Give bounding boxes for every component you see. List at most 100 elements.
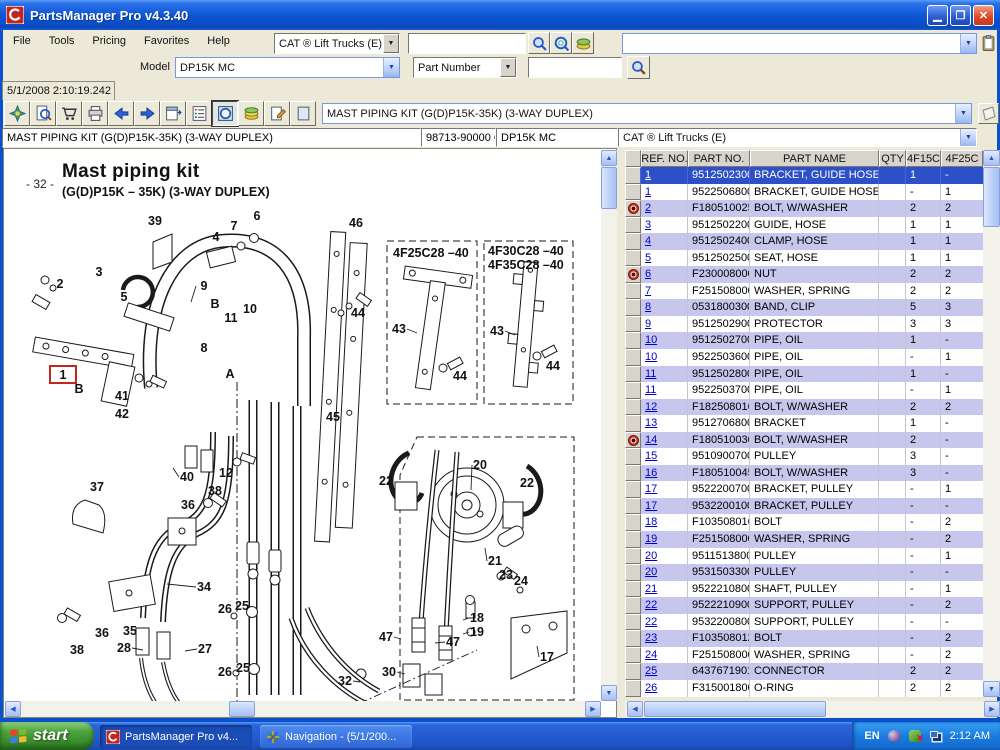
ref-link[interactable]: 10 <box>641 332 688 349</box>
col-part-name[interactable]: PART NAME <box>750 150 879 167</box>
table-row[interactable]: 39512502200GUIDE, HOSE11 <box>625 217 983 234</box>
ref-link[interactable]: 20 <box>641 548 688 565</box>
scroll-up-button[interactable]: ▲ <box>983 150 1000 166</box>
ref-link[interactable]: 8 <box>641 299 688 316</box>
table-row[interactable]: 229532200800SUPPORT, PULLEY-- <box>625 614 983 631</box>
diagram-callout[interactable]: 19 <box>470 625 484 639</box>
diagram-callout[interactable]: 36 <box>181 498 195 512</box>
diagram-callout[interactable]: 18 <box>470 611 484 625</box>
model-combo[interactable]: DP15K MC <box>175 57 400 78</box>
table-row[interactable]: 159510900700PULLEY3- <box>625 448 983 465</box>
diagram-callout[interactable]: 21 <box>488 554 502 568</box>
table-row[interactable]: 229522210900SUPPORT, PULLEY-2 <box>625 597 983 614</box>
diagram-callout[interactable]: 47 <box>379 630 393 644</box>
table-row[interactable]: 179532200100BRACKET, PULLEY-- <box>625 498 983 515</box>
diagram-callout[interactable]: 4 <box>213 230 220 244</box>
pricing-button[interactable] <box>572 32 594 54</box>
ref-link[interactable]: 3 <box>641 217 688 234</box>
table-row[interactable]: 119512502800PIPE, OIL1- <box>625 366 983 383</box>
forward-button[interactable] <box>134 101 160 126</box>
index-view-button[interactable] <box>160 101 186 126</box>
diagram-callout[interactable]: B <box>74 382 83 396</box>
scroll-left-button[interactable]: ◀ <box>627 701 643 717</box>
back-button[interactable] <box>108 101 134 126</box>
network-tray-icon[interactable] <box>929 729 943 743</box>
diagram-callout[interactable]: 5 <box>121 290 128 304</box>
ref-link[interactable]: 1 <box>641 167 688 184</box>
diagram-callout[interactable]: 41 <box>115 389 129 403</box>
diagram-callout[interactable]: 43 <box>392 322 406 336</box>
diagram-callout[interactable]: 34 <box>197 580 211 594</box>
table-row[interactable]: 119522503700PIPE, OIL-1 <box>625 382 983 399</box>
table-row[interactable]: 16F180510045BOLT, W/WASHER3- <box>625 465 983 482</box>
diagram-callout[interactable]: 20 <box>473 458 487 472</box>
ref-link[interactable]: 11 <box>641 366 688 383</box>
vscroll-thumb[interactable] <box>601 167 617 209</box>
list-view-button[interactable] <box>186 101 212 126</box>
ref-link[interactable]: 16 <box>641 465 688 482</box>
diagram-callout[interactable]: 23 <box>499 568 513 582</box>
table-row[interactable]: 24F251508000WASHER, SPRING-2 <box>625 647 983 664</box>
diagram-callout[interactable]: 22 <box>379 474 393 488</box>
vscroll-thumb[interactable] <box>983 167 1000 227</box>
print-button[interactable] <box>82 101 108 126</box>
ref-link[interactable]: 24 <box>641 647 688 664</box>
diagram-callout[interactable]: 27 <box>198 642 212 656</box>
table-row[interactable]: 209531503300PULLEY-- <box>625 564 983 581</box>
diagram-callout[interactable]: B <box>210 297 219 311</box>
menu-tools[interactable]: Tools <box>40 33 84 49</box>
clipboard-icon[interactable] <box>980 34 997 57</box>
ref-link[interactable]: 2 <box>641 200 688 217</box>
price-list-button[interactable] <box>238 101 264 126</box>
search-document-button[interactable] <box>30 101 56 126</box>
table-row[interactable]: 18F103508016BOLT-2 <box>625 514 983 531</box>
search-part-button[interactable] <box>528 32 550 54</box>
menu-file[interactable]: File <box>4 33 40 49</box>
ref-link[interactable]: 25 <box>641 663 688 680</box>
diagram-callout[interactable]: 42 <box>115 407 129 421</box>
ref-link[interactable]: 1 <box>641 184 688 201</box>
ref-link[interactable]: 22 <box>641 597 688 614</box>
diagram-callout[interactable]: 7 <box>231 219 238 233</box>
ref-link[interactable]: 17 <box>641 481 688 498</box>
scroll-right-button[interactable]: ▶ <box>984 701 1000 717</box>
hscroll-thumb[interactable] <box>644 701 826 717</box>
diagram-vscrollbar[interactable]: ▲ ▼ <box>601 150 617 701</box>
scroll-down-button[interactable]: ▼ <box>601 685 617 701</box>
table-row[interactable]: 19522506800BRACKET, GUIDE HOSE-1 <box>625 184 983 201</box>
col-4f25c[interactable]: 4F25C <box>941 150 983 167</box>
diagram-callout[interactable]: 35 <box>123 624 137 638</box>
diagram-callout[interactable]: 22 <box>520 476 534 490</box>
table-hscrollbar[interactable]: ◀ ▶ <box>625 701 1000 717</box>
diagram-callout[interactable]: 32 <box>338 674 352 688</box>
diagram-hscrollbar[interactable]: ◀ ▶ <box>5 701 601 717</box>
diagram-callout[interactable]: 45 <box>326 410 340 424</box>
diagram-callout[interactable]: 37 <box>90 480 104 494</box>
dropdown-arrow-icon[interactable] <box>955 104 971 123</box>
table-row[interactable]: 179522200700BRACKET, PULLEY-1 <box>625 481 983 498</box>
diagram-callout[interactable]: 26 <box>218 602 232 616</box>
menu-favorites[interactable]: Favorites <box>135 33 198 49</box>
table-row[interactable]: 209511513800PULLEY-1 <box>625 548 983 565</box>
diagram-callout[interactable]: 44 <box>546 359 560 373</box>
diagram-callout[interactable]: 8 <box>201 341 208 355</box>
ref-link[interactable]: 11 <box>641 382 688 399</box>
scroll-up-button[interactable]: ▲ <box>601 150 617 166</box>
global-search-combo[interactable] <box>622 33 977 54</box>
diagram-callout[interactable]: 1 <box>60 368 67 382</box>
table-vscrollbar[interactable]: ▲ ▼ <box>983 150 1000 697</box>
menu-pricing[interactable]: Pricing <box>83 33 135 49</box>
cart-button[interactable] <box>56 101 82 126</box>
ref-link[interactable]: 12 <box>641 399 688 416</box>
task-navigation[interactable]: Navigation - (5/1/200... <box>260 725 412 748</box>
diagram-callout[interactable]: A <box>225 367 234 381</box>
table-row[interactable]: 23F103508012BOLT-2 <box>625 630 983 647</box>
ref-link[interactable]: 18 <box>641 514 688 531</box>
diagram-callout[interactable]: 47 <box>446 635 460 649</box>
session-timestamp-tab[interactable]: 5/1/2008 2:10:19.242 <box>2 81 115 100</box>
dropdown-arrow-icon[interactable] <box>960 129 976 146</box>
diagram-callout[interactable]: 43 <box>490 324 504 338</box>
catalog-combo[interactable]: CAT ® Lift Trucks (E) <box>274 33 400 54</box>
dropdown-arrow-icon[interactable] <box>960 34 976 53</box>
col-4f15c[interactable]: 4F15C <box>906 150 941 167</box>
